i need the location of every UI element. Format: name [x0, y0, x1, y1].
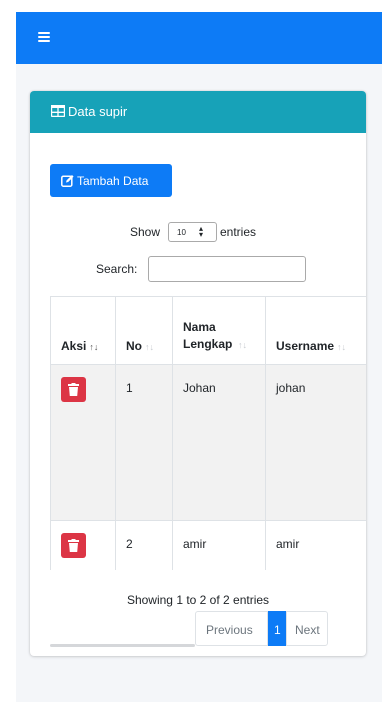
- search-input[interactable]: [148, 256, 306, 282]
- horizontal-scrollbar[interactable]: [50, 644, 195, 647]
- table-row: 2 amir amir: [50, 520, 366, 570]
- sort-icon: ↑↓: [145, 342, 154, 352]
- table-info: Showing 1 to 2 of 2 entries: [126, 593, 270, 607]
- column-label: Aksi: [61, 339, 87, 353]
- column-header-username[interactable]: Username ↑↓: [265, 296, 366, 365]
- page-1-button[interactable]: 1: [268, 611, 286, 646]
- show-label: Show: [130, 225, 161, 239]
- top-navbar: [16, 12, 382, 64]
- table-container: Aksi ↑↓ No ↑↓ Nama Lengkap ↑↓ Username ↑↓: [50, 296, 366, 570]
- column-header-no[interactable]: No ↑↓: [115, 296, 173, 365]
- cell-aksi: [50, 520, 116, 570]
- sort-icon: ↑↓: [238, 340, 247, 350]
- search-label: Search:: [96, 262, 138, 276]
- entries-length-control: Show 10 ▴ ▾ entries: [30, 221, 366, 245]
- sort-icon: ↑↓: [89, 342, 99, 352]
- tambah-data-label: Tambah Data: [77, 174, 149, 188]
- cell-username: johan: [265, 364, 366, 521]
- column-label: No: [126, 339, 142, 353]
- cell-nama: amir: [172, 520, 266, 570]
- cell-no: 2: [115, 520, 173, 570]
- column-label: Username: [276, 339, 335, 353]
- delete-button[interactable]: [61, 533, 86, 558]
- table-icon: [51, 105, 65, 117]
- next-page-button[interactable]: Next: [286, 611, 328, 646]
- previous-page-button[interactable]: Previous: [195, 611, 268, 646]
- table-row: 1 Johan johan: [50, 364, 366, 521]
- entries-select[interactable]: 10 ▴ ▾: [168, 222, 217, 242]
- cell-aksi: [50, 364, 116, 521]
- column-label: Nama Lengkap: [183, 320, 233, 351]
- trash-icon: [68, 383, 79, 396]
- card-title: Data supir: [68, 104, 128, 119]
- entries-select-value: 10: [177, 228, 186, 237]
- delete-button[interactable]: [61, 377, 86, 402]
- table-header-row: Aksi ↑↓ No ↑↓ Nama Lengkap ↑↓ Username ↑↓: [50, 296, 366, 365]
- trash-icon: [68, 539, 79, 552]
- tambah-data-button[interactable]: Tambah Data: [50, 164, 172, 197]
- hamburger-icon[interactable]: [38, 32, 50, 42]
- select-arrows-icon: ▴ ▾: [199, 224, 204, 239]
- edit-icon: [61, 175, 74, 187]
- card-header: Data supir: [30, 91, 366, 133]
- column-header-aksi[interactable]: Aksi ↑↓: [50, 296, 116, 365]
- entries-label: entries: [220, 225, 257, 239]
- data-table: Aksi ↑↓ No ↑↓ Nama Lengkap ↑↓ Username ↑↓: [50, 296, 366, 570]
- column-header-nama-lengkap[interactable]: Nama Lengkap ↑↓: [172, 296, 266, 365]
- sort-icon: ↑↓: [337, 342, 347, 352]
- previous-label: Previous: [206, 623, 253, 637]
- cell-nama: Johan: [172, 364, 266, 521]
- data-supir-card: Data supir Tambah Data Show 10 ▴ ▾ entrie…: [30, 91, 366, 656]
- app-frame: Data supir Tambah Data Show 10 ▴ ▾ entrie…: [16, 12, 382, 702]
- page-number: 1: [274, 623, 281, 637]
- cell-username: amir: [265, 520, 366, 570]
- cell-no: 1: [115, 364, 173, 521]
- next-label: Next: [295, 623, 320, 637]
- search-control: Search:: [30, 255, 366, 283]
